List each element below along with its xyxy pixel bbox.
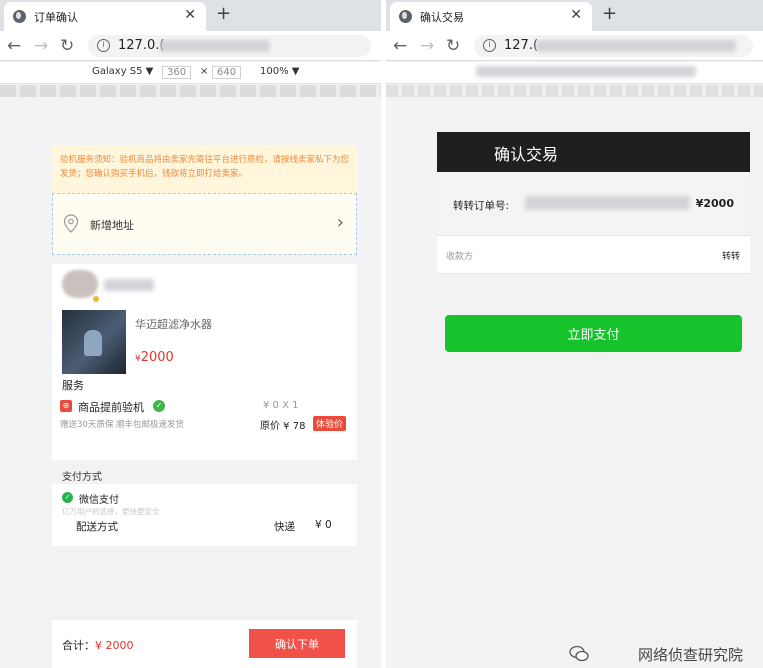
media-query-ruler xyxy=(386,85,763,97)
service-name: 商品提前验机 xyxy=(78,401,144,414)
mobile-viewport: 验机服务须知：验机商品将由卖家先寄往平台进行质检，请按线卖家私下为您发货；您确认… xyxy=(52,117,357,668)
pay-now-button[interactable]: 立即支付 xyxy=(445,315,742,352)
tab-title: 订单确认 xyxy=(34,11,78,24)
chevron-right-icon: › xyxy=(336,212,344,233)
check-circle-icon[interactable]: ✓ xyxy=(153,400,165,412)
order-footer: 合计：¥ 2000 确认下单 xyxy=(52,619,357,668)
device-toolbar-redacted xyxy=(386,62,763,84)
redacted-url xyxy=(536,40,736,52)
payment-heading: 支付方式 xyxy=(62,472,102,483)
wechat-pay-subtitle: 亿万用户的选择，更快更安全 xyxy=(62,507,160,516)
order-number-label: 转转订单号: xyxy=(453,200,510,212)
location-pin-icon xyxy=(63,214,79,233)
zoom-select[interactable]: 100% ▼ xyxy=(260,66,299,77)
status-dot xyxy=(93,296,99,302)
tab-confirm-transaction[interactable]: 确认交易 ✕ xyxy=(390,2,592,31)
url-text: 127.( xyxy=(504,38,539,53)
redacted-toolbar xyxy=(476,66,696,77)
info-icon[interactable]: i xyxy=(97,39,110,52)
close-icon[interactable]: ✕ xyxy=(570,7,582,23)
product-price: ¥2000 xyxy=(135,350,174,365)
total-label: 合计： xyxy=(62,639,95,652)
shield-icon: ⊕ xyxy=(60,400,72,412)
payee-label: 收款方 xyxy=(446,252,474,262)
total-amount: ¥ 2000 xyxy=(95,639,134,652)
add-address-row[interactable]: 新增地址 › xyxy=(52,193,357,255)
mobile-viewport: 确认交易 转转订单号: ¥2000 收款方 转转 立即支付 xyxy=(437,116,750,668)
dimension-separator: × xyxy=(200,66,209,77)
tab-title: 确认交易 xyxy=(420,11,464,24)
info-icon[interactable]: i xyxy=(483,39,496,52)
wechat-pay-label[interactable]: 微信支付 xyxy=(79,491,119,506)
globe-icon xyxy=(399,10,412,23)
forward-arrow-icon[interactable]: → xyxy=(420,36,434,56)
price-value: 2000 xyxy=(140,350,174,365)
tab-order-confirm[interactable]: 订单确认 ✕ xyxy=(4,2,206,31)
tab-bar: 订单确认 ✕ + xyxy=(0,0,381,31)
shipping-label: 配送方式 xyxy=(76,521,118,533)
screenshot-root: 订单确认 ✕ + ← → ↻ i 127.0.( Galaxy S5 ▼ 360… xyxy=(0,0,763,668)
redacted-seller-name xyxy=(104,279,154,291)
order-amount: ¥2000 xyxy=(695,197,734,210)
shipping-method: 快递 xyxy=(274,521,295,533)
browser-toolbar: ← → ↻ i 127.0.( xyxy=(0,31,381,61)
width-input[interactable]: 360 xyxy=(162,66,192,79)
tab-bar: 确认交易 ✕ + xyxy=(386,0,763,31)
page-header: 确认交易 xyxy=(437,132,750,172)
new-tab-button[interactable]: + xyxy=(216,3,231,24)
globe-icon xyxy=(13,10,26,23)
add-address-label: 新增地址 xyxy=(90,219,134,232)
address-bar[interactable]: i 127.0.( xyxy=(88,35,371,57)
trial-price-badge: 体验价 xyxy=(313,416,347,431)
redacted-url xyxy=(160,40,270,52)
media-query-ruler xyxy=(0,85,381,97)
device-select[interactable]: Galaxy S5 ▼ xyxy=(92,66,153,77)
device-toolbar: Galaxy S5 ▼ 360 × 640 100% ▼ xyxy=(0,62,381,84)
redacted-order-number xyxy=(525,196,690,210)
back-arrow-icon[interactable]: ← xyxy=(393,36,407,56)
seller-avatar[interactable] xyxy=(62,270,98,298)
page-title: 确认交易 xyxy=(494,145,559,164)
shipping-price: ¥ 0 xyxy=(315,519,332,531)
payee-row: 收款方 转转 xyxy=(437,236,750,274)
watermark-text: 网络侦查研究院 xyxy=(637,646,743,664)
address-bar[interactable]: i 127.( xyxy=(474,35,753,57)
reload-icon[interactable]: ↻ xyxy=(60,36,74,56)
browser-toolbar: ← → ↻ i 127.( xyxy=(386,31,763,61)
order-total: 合计：¥ 2000 xyxy=(62,637,134,653)
order-number-row: 转转订单号: ¥2000 xyxy=(437,172,750,236)
reload-icon[interactable]: ↻ xyxy=(446,36,460,56)
product-card: 华迈超滤净水器 ¥2000 服务 ⊕ 商品提前验机 ✓ ¥ 0 X 1 赠送30… xyxy=(52,264,357,460)
payee-value: 转转 xyxy=(721,252,740,262)
original-price: 原价 ¥ 78 xyxy=(260,421,306,432)
wechat-pay-radio[interactable]: ✓ xyxy=(62,492,73,503)
wechat-logo-icon xyxy=(569,645,589,662)
product-name: 华迈超滤净水器 xyxy=(135,318,212,331)
service-quantity: ¥ 0 X 1 xyxy=(263,400,299,411)
service-description: 赠送30天质保 顺丰包邮极速发货 xyxy=(60,420,185,430)
service-heading: 服务 xyxy=(62,379,84,392)
browser-window-order: 订单确认 ✕ + ← → ↻ i 127.0.( Galaxy S5 ▼ 360… xyxy=(0,0,381,668)
product-thumbnail[interactable] xyxy=(62,310,126,374)
close-icon[interactable]: ✕ xyxy=(184,7,196,23)
height-input[interactable]: 640 xyxy=(212,66,242,79)
new-tab-button[interactable]: + xyxy=(602,3,617,24)
confirm-order-button[interactable]: 确认下单 xyxy=(249,629,345,658)
back-arrow-icon[interactable]: ← xyxy=(7,36,21,56)
inspection-notice: 验机服务须知：验机商品将由卖家先寄往平台进行质检，请按线卖家私下为您发货；您确认… xyxy=(52,145,357,193)
browser-window-payment: 确认交易 ✕ + ← → ↻ i 127.( 确认交易 转转订单号: ¥2000… xyxy=(386,0,763,668)
forward-arrow-icon[interactable]: → xyxy=(34,36,48,56)
payment-section: ✓ 微信支付 亿万用户的选择，更快更安全 配送方式 快递 ¥ 0 xyxy=(52,484,357,546)
url-text: 127.0.( xyxy=(118,38,165,53)
